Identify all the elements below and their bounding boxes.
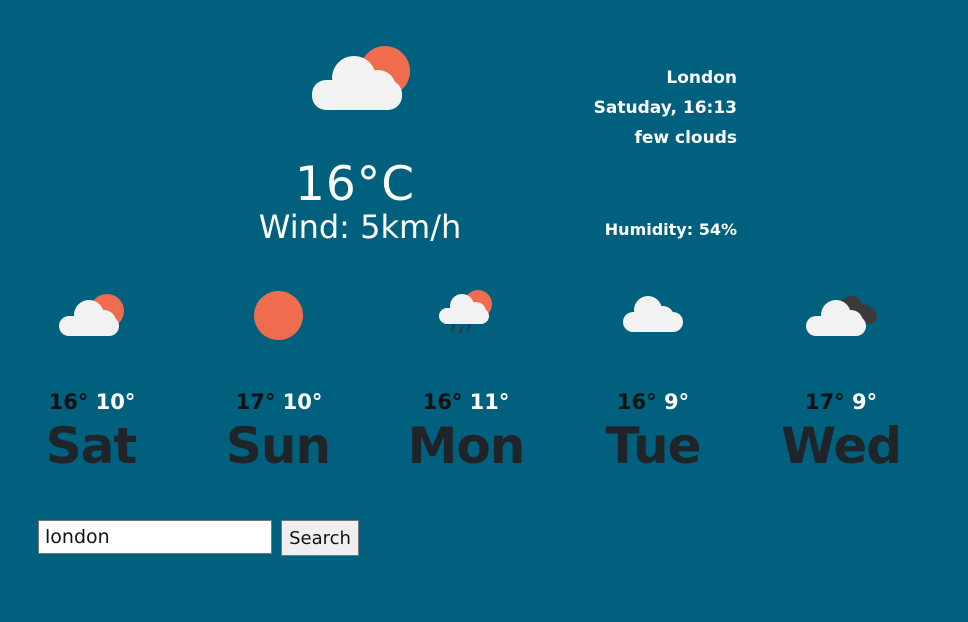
clear-sky-icon: [253, 290, 305, 342]
weather-description: few clouds: [634, 128, 737, 148]
forecast-max: 16°: [422, 390, 463, 414]
forecast-temps-tue: 16° 9°: [573, 390, 733, 414]
forecast-max: 16°: [48, 390, 89, 414]
forecast-min: 11°: [469, 390, 510, 414]
current-weather-icon: [310, 44, 414, 114]
forecast-day-tue: Tue: [605, 417, 701, 475]
search-button[interactable]: Search: [281, 520, 359, 556]
current-temperature: 16°C: [294, 157, 416, 212]
overcast-clouds-icon: [805, 292, 881, 340]
forecast-temps-sat: 16° 10°: [12, 390, 172, 414]
few-clouds-icon: [58, 292, 128, 340]
forecast-temps-mon: 16° 11°: [386, 390, 546, 414]
humidity: Humidity: 54%: [604, 220, 737, 239]
cloud-icon: [622, 294, 686, 336]
forecast-min: 10°: [282, 390, 323, 414]
forecast-temps-wed: 17° 9°: [761, 390, 921, 414]
forecast-day-sun: Sun: [225, 417, 331, 475]
forecast-min: 9°: [851, 390, 878, 414]
forecast-max: 17°: [804, 390, 845, 414]
light-rain-icon: [438, 288, 498, 340]
forecast-max: 16°: [616, 390, 657, 414]
city-name: London: [666, 68, 737, 88]
forecast-day-wed: Wed: [780, 417, 902, 475]
forecast-day-sat: Sat: [45, 417, 138, 475]
forecast-min: 10°: [95, 390, 136, 414]
search-input[interactable]: [38, 520, 272, 554]
forecast-min: 9°: [663, 390, 690, 414]
current-datetime: Satuday, 16:13: [593, 98, 737, 118]
current-wind: Wind: 5km/h: [258, 208, 462, 246]
forecast-day-mon: Mon: [407, 417, 526, 475]
forecast-max: 17°: [235, 390, 276, 414]
forecast-temps-sun: 17° 10°: [199, 390, 359, 414]
